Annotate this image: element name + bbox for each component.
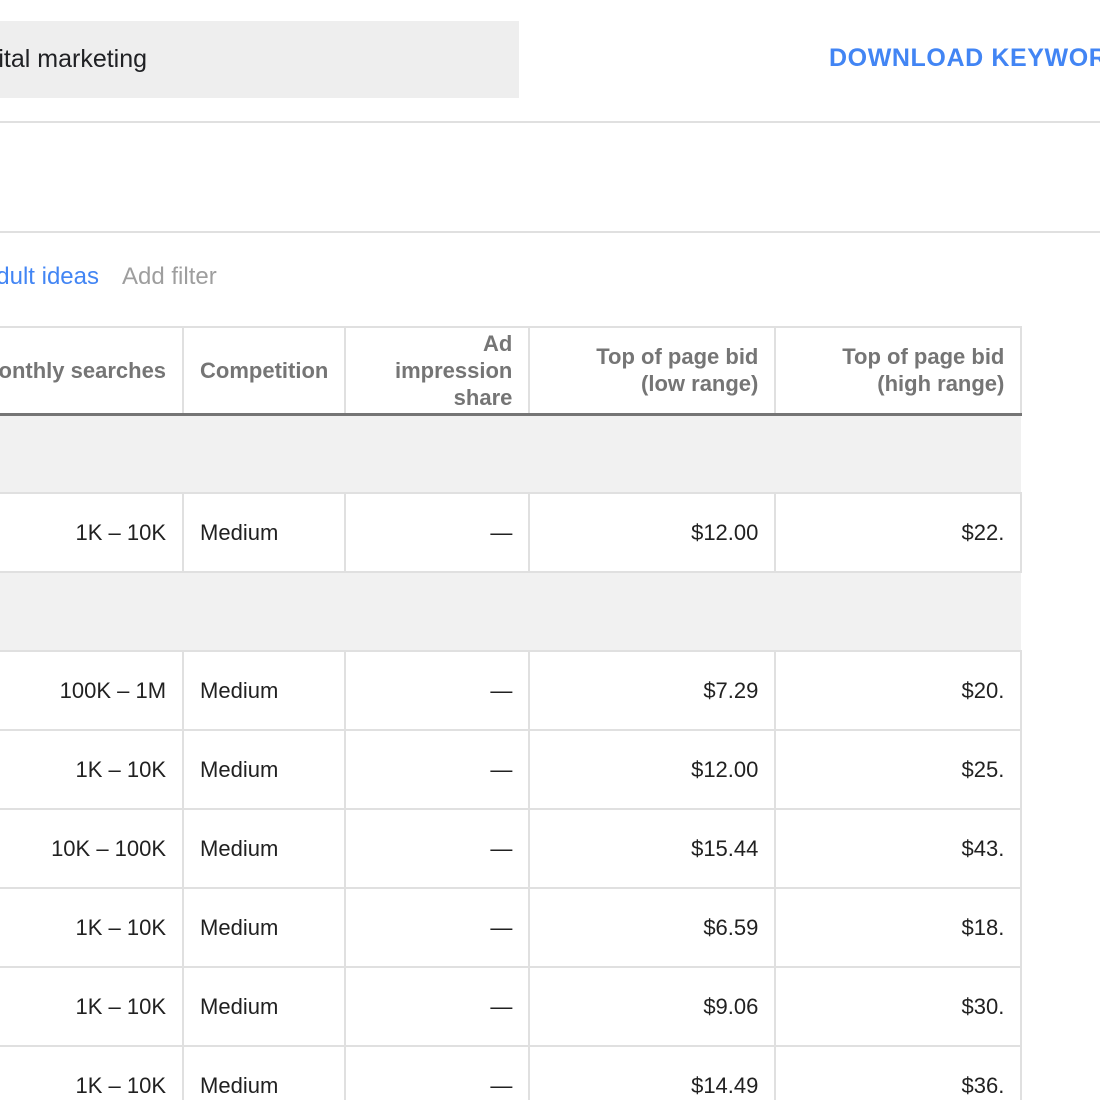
cell-bid-high: $22. <box>775 493 1023 573</box>
cell-bid-high: $25. <box>775 730 1023 810</box>
table-header-row: Avg. monthly searches Competition Ad imp… <box>0 326 1023 416</box>
table-row[interactable]: 1K – 10K Medium — $9.06 $30. <box>0 967 1023 1047</box>
table-row[interactable]: 1K – 10K Medium — $14.49 $36. <box>0 1046 1023 1100</box>
column-header-bid-high[interactable]: Top of page bid (high range) <box>775 326 1023 416</box>
group-row-cell <box>0 414 1022 494</box>
cell-bid-low: $14.49 <box>529 1046 777 1100</box>
cell-avg-monthly-searches: 1K – 10K <box>0 493 185 573</box>
cell-ad-impression-share: — <box>345 1046 531 1100</box>
filter-chip-container: Exclude adult ideas <box>0 263 99 297</box>
keyword-planner-page: DOWNLOAD KEYWORD IDEAS Exclude adult ide… <box>0 0 1100 1100</box>
cell-avg-monthly-searches: 1K – 10K <box>0 730 185 810</box>
table-group-row <box>0 414 1022 494</box>
cell-ad-impression-share: — <box>345 730 531 810</box>
cell-bid-low: $6.59 <box>529 888 777 968</box>
cell-bid-low: $15.44 <box>529 809 777 889</box>
cell-competition: Medium <box>183 493 347 573</box>
search-field[interactable] <box>0 21 519 98</box>
cell-ad-impression-share: — <box>345 809 531 889</box>
table-row[interactable]: 1K – 10K Medium — $12.00 $22. <box>0 493 1023 573</box>
column-header-avg-monthly-searches[interactable]: Avg. monthly searches <box>0 326 185 416</box>
table-group-row <box>0 572 1022 652</box>
table-row[interactable]: 1K – 10K Medium — $12.00 $25. <box>0 730 1023 810</box>
column-header-ad-impression-share[interactable]: Ad impression share <box>345 326 531 416</box>
keyword-ideas-table: Avg. monthly searches Competition Ad imp… <box>0 326 1023 1100</box>
column-header-bid-low[interactable]: Top of page bid (low range) <box>529 326 777 416</box>
cell-competition: Medium <box>183 651 347 731</box>
table-row[interactable]: 1K – 10K Medium — $6.59 $18. <box>0 888 1023 968</box>
divider <box>0 231 1100 233</box>
cell-bid-low: $9.06 <box>529 967 777 1047</box>
cell-bid-high: $43. <box>775 809 1023 889</box>
cell-avg-monthly-searches: 10K – 100K <box>0 809 185 889</box>
table-row[interactable]: 100K – 1M Medium — $7.29 $20. <box>0 651 1023 731</box>
download-keyword-ideas-button[interactable]: DOWNLOAD KEYWORD IDEAS <box>829 44 1100 73</box>
cell-bid-low: $12.00 <box>529 493 777 573</box>
divider <box>0 121 1100 123</box>
cell-bid-low: $7.29 <box>529 651 777 731</box>
cell-ad-impression-share: — <box>345 888 531 968</box>
cell-bid-high: $36. <box>775 1046 1023 1100</box>
filter-chip-exclude-adult[interactable]: Exclude adult ideas <box>0 263 99 291</box>
column-header-competition[interactable]: Competition <box>183 326 347 416</box>
table-row[interactable]: 10K – 100K Medium — $15.44 $43. <box>0 809 1023 889</box>
cell-avg-monthly-searches: 1K – 10K <box>0 1046 185 1100</box>
cell-bid-high: $20. <box>775 651 1023 731</box>
cell-competition: Medium <box>183 1046 347 1100</box>
cell-bid-high: $18. <box>775 888 1023 968</box>
search-input[interactable] <box>0 21 519 98</box>
cell-ad-impression-share: — <box>345 967 531 1047</box>
cell-avg-monthly-searches: 1K – 10K <box>0 888 185 968</box>
cell-avg-monthly-searches: 1K – 10K <box>0 967 185 1047</box>
cell-bid-high: $30. <box>775 967 1023 1047</box>
cell-avg-monthly-searches: 100K – 1M <box>0 651 185 731</box>
cell-competition: Medium <box>183 730 347 810</box>
cell-ad-impression-share: — <box>345 493 531 573</box>
group-row-cell <box>0 572 1022 652</box>
cell-bid-low: $12.00 <box>529 730 777 810</box>
keyword-table-container: Avg. monthly searches Competition Ad imp… <box>0 326 1100 1100</box>
cell-competition: Medium <box>183 809 347 889</box>
table-body: 1K – 10K Medium — $12.00 $22. 100K – 1M Medium… <box>0 414 1023 1100</box>
cell-competition: Medium <box>183 888 347 968</box>
cell-ad-impression-share: — <box>345 651 531 731</box>
cell-competition: Medium <box>183 967 347 1047</box>
add-filter-button[interactable]: Add filter <box>122 263 217 291</box>
